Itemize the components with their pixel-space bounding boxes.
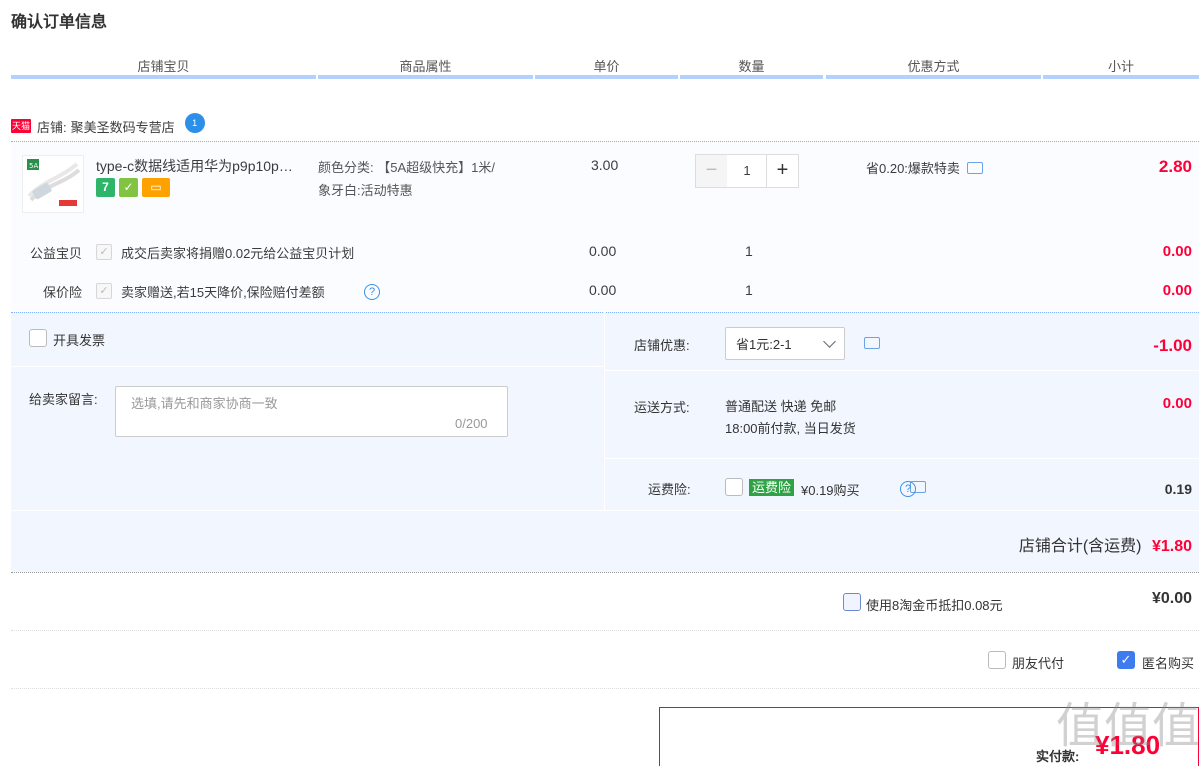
7-day-return-icon: 7 [96,178,115,197]
product-title-link[interactable]: type-c数据线适用华为p9p10p… [96,156,310,176]
shipping-label: 运送方式: [634,400,690,415]
charity-price: 0.00 [589,243,617,259]
charity-subtotal: 0.00 [1162,243,1192,260]
freight-insurance-amount: 0.19 [1164,481,1192,497]
column-divider [826,75,1041,79]
column-header-attributes: 商品属性 [399,59,452,74]
charity-label: 公益宝贝 [29,246,82,261]
divider [11,630,1199,631]
shop-discount-select[interactable]: 省1元:2-1 [725,327,845,360]
site-watermark-logo: 值值值 [1052,684,1200,766]
anonymous-purchase-label: 匿名购买 [1142,656,1195,671]
attribute-line: 颜色分类: 【5A超级快充】1米/ [318,160,495,175]
charity-text: 成交后卖家将捐赠0.02元给公益宝贝计划 [121,246,355,261]
shop-discount-amount: -1.00 [1153,336,1192,355]
divider [605,458,1199,459]
promotion-info: 省0.20:爆款特卖 [866,158,983,177]
help-icon[interactable]: ? [364,284,380,300]
shop-discount-selected: 省1元:2-1 [736,337,792,352]
price-insurance-checkbox: ✓ [96,283,112,299]
page-title: 确认订单信息 [11,14,108,31]
charity-qty: 1 [745,243,753,259]
divider [11,366,604,367]
message-label: 给卖家留言: [29,392,98,407]
friend-pay-checkbox[interactable] [988,651,1006,669]
message-char-counter: 0/200 [455,416,488,431]
column-header-unit-price: 单价 [593,59,620,74]
shipping-method: 普通配送 快递 免邮 [725,399,837,414]
promotion-text: 省0.20:爆款特卖 [866,161,960,176]
message-placeholder: 选填,请先和商家协商一致 [131,396,278,411]
card-pay-icon: ▭ [142,178,170,197]
shipping-amount: 0.00 [1162,395,1192,412]
watermark-text: 值值值 [1056,698,1200,754]
column-divider [680,75,823,79]
divider [11,572,1199,573]
anonymous-purchase-checkbox[interactable]: ✓ [1117,651,1135,669]
column-divider [1043,75,1199,79]
wangwang-chat-icon[interactable]: 1 [184,113,205,133]
quantity-input[interactable]: 1 [727,154,767,188]
item-subtotal: 2.80 [1158,157,1192,176]
thumb-label: 5A [29,162,38,170]
invoice-checkbox[interactable] [29,329,47,347]
column-divider [11,75,316,79]
price-insurance-qty: 1 [745,282,753,298]
shipping-cutoff: 18:00前付款, 当日发货 [725,421,856,436]
column-header-quantity: 数量 [738,59,765,74]
quantity-decrease-button[interactable]: − [695,154,728,188]
message-icon[interactable] [864,337,880,349]
shop-total-label: 店铺合计(含运费) [1018,538,1142,555]
price-insurance-subtotal: 0.00 [1162,282,1192,299]
friend-pay-label: 朋友代付 [1012,656,1065,671]
quantity-increase-button[interactable]: + [766,154,799,188]
shop-discount-label: 店铺优惠: [634,338,690,353]
divider [605,370,1199,371]
freight-insurance-badge: 运费险 [749,479,795,496]
column-divider [318,75,533,79]
taobao-coins-amount: ¥0.00 [1151,590,1192,607]
column-header-discount: 优惠方式 [907,59,960,74]
taobao-coins-checkbox[interactable] [843,593,861,611]
chevron-down-icon [823,335,836,348]
column-header-shop-item: 店铺宝贝 [137,59,190,74]
freight-insurance-checkbox[interactable] [725,478,743,496]
divider [604,312,605,510]
shop-total: 店铺合计(含运费) ¥1.80 [900,532,1192,556]
product-thumbnail[interactable]: 5A [22,155,84,213]
divider [11,510,1199,511]
quantity-stepper: − 1 + [695,154,799,188]
charity-checkbox: ✓ [96,244,112,260]
shop-total-amount: ¥1.80 [1151,538,1192,555]
attribute-line: 象牙白:活动特惠 [318,183,413,198]
invoice-label: 开具发票 [53,333,106,348]
help-icon[interactable]: ? [900,481,916,497]
price-insurance-text: 卖家赠送,若15天降价,保险赔付差额 [121,285,325,300]
shop-label: 店铺: [37,119,67,135]
guarantee-icon: ✓ [119,178,138,197]
column-divider [535,75,678,79]
freight-insurance-label: 运费险: [648,482,691,497]
freight-insurance-price: ¥0.19购买 [801,483,860,498]
shop-name-link[interactable]: 聚美圣数码专营店 [71,117,175,136]
price-insurance-label: 保价险 [42,285,82,300]
message-icon[interactable] [966,161,983,174]
taobao-coins-label: 使用8淘金币抵扣0.08元 [866,598,1003,613]
service-icons: 7 ✓ ▭ [96,178,170,197]
tmall-icon: 天猫 [11,119,31,133]
unit-price: 3.00 [591,157,619,173]
column-header-subtotal: 小计 [1107,59,1134,74]
divider [11,688,1199,689]
price-insurance-price: 0.00 [589,282,617,298]
product-attributes: 颜色分类: 【5A超级快充】1米/ 象牙白:活动特惠 [318,156,538,202]
shipping-info: 普通配送 快递 免邮 18:00前付款, 当日发货 [725,396,856,440]
shop-row: 天猫 店铺: 聚美圣数码专营店 1 [11,113,205,137]
